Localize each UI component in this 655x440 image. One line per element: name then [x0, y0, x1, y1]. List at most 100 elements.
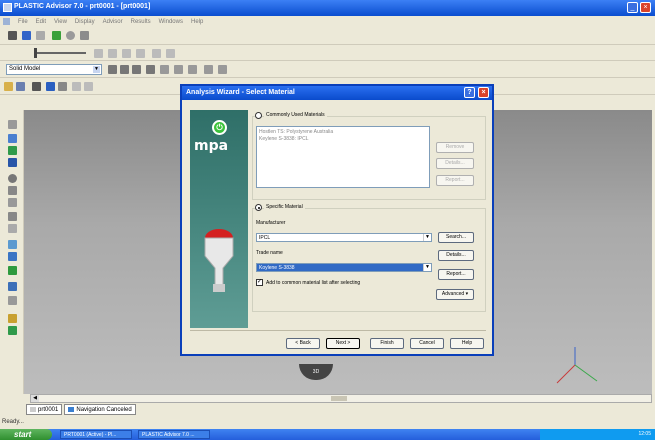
app-icon[interactable] [3, 3, 12, 12]
fit-icon[interactable] [204, 65, 213, 74]
menu-display[interactable]: Display [75, 19, 95, 25]
browser-icon [68, 407, 75, 412]
advanced-button[interactable]: Advanced ▾ [436, 289, 474, 300]
tab-navigation[interactable]: Navigation Canceled [64, 404, 136, 415]
chevron-down-icon[interactable]: ▼ [93, 66, 100, 73]
menu-file[interactable]: File [18, 19, 28, 25]
save-icon[interactable] [16, 82, 25, 91]
taskbar-item-explorer[interactable]: PRT0001 (Active) - Pl... [60, 430, 132, 439]
rewind-icon[interactable] [94, 49, 103, 58]
details-button[interactable]: Details... [438, 250, 474, 261]
document-icon[interactable] [3, 18, 10, 25]
edges-icon[interactable] [132, 65, 141, 74]
section-icon[interactable] [8, 212, 17, 221]
analyze-icon[interactable] [52, 31, 61, 40]
toolbar-animation [0, 45, 655, 61]
view-icon[interactable] [218, 65, 227, 74]
properties-icon[interactable] [46, 82, 55, 91]
grid-icon[interactable] [8, 224, 17, 233]
menu-edit[interactable]: Edit [36, 19, 46, 25]
animation-slider[interactable] [36, 52, 86, 54]
specific-material-radio[interactable] [255, 204, 262, 211]
next-button[interactable]: Next > [326, 338, 360, 349]
horizontal-scrollbar[interactable]: ◀ [30, 394, 652, 403]
tab-prt0001[interactable]: prt0001 [26, 404, 63, 415]
menu-bar: File Edit View Display Advisor Results W… [0, 16, 655, 27]
slider-thumb[interactable] [34, 48, 37, 58]
common-materials-radio[interactable] [255, 112, 262, 119]
summary-icon[interactable] [8, 326, 17, 335]
fast-forward-icon[interactable] [166, 49, 175, 58]
wireframe-icon[interactable] [120, 65, 129, 74]
pan-icon[interactable] [188, 65, 197, 74]
report-button[interactable]: Report... [438, 269, 474, 280]
menu-results[interactable]: Results [131, 19, 151, 25]
x-axis-line [556, 364, 576, 384]
pause-icon[interactable] [122, 49, 131, 58]
shade-icon[interactable] [108, 65, 117, 74]
print-icon[interactable] [32, 82, 41, 91]
wizard-side-graphic: ⏻ mpa [190, 110, 248, 328]
advanced-label: Advanced [441, 291, 465, 297]
result-icon[interactable] [66, 31, 75, 40]
mesh-icon[interactable] [36, 31, 45, 40]
display-mode-value: Solid Model [9, 66, 41, 72]
menu-help[interactable]: Help [191, 19, 203, 25]
pointer-icon[interactable] [8, 120, 17, 129]
search-button[interactable]: Search... [438, 232, 474, 243]
chevron-down-icon[interactable]: ▼ [423, 264, 431, 271]
cooling-icon[interactable] [8, 252, 17, 261]
play-icon[interactable] [108, 49, 117, 58]
scroll-thumb[interactable] [331, 396, 347, 401]
open-icon[interactable] [4, 82, 13, 91]
molding-window-icon[interactable] [8, 282, 17, 291]
common-report-button[interactable]: Report... [436, 175, 474, 186]
rotate-icon[interactable] [160, 65, 169, 74]
list-item[interactable]: Keylene S-3838: IPCL [259, 136, 427, 143]
rotate-view-icon[interactable] [8, 174, 17, 183]
zoom-icon[interactable] [174, 65, 183, 74]
scroll-left-icon[interactable]: ◀ [31, 395, 39, 402]
menu-advisor[interactable]: Advisor [103, 19, 123, 25]
loop-icon[interactable] [152, 49, 161, 58]
measure-icon[interactable] [8, 198, 17, 207]
remove-button[interactable]: Remove [436, 142, 474, 153]
gate-location-icon[interactable] [8, 146, 17, 155]
list-item[interactable]: Hostlen TS: Polystyrene Australia [259, 129, 427, 136]
display-mode-select[interactable]: Solid Model ▼ [6, 64, 102, 75]
back-button[interactable]: < Back [286, 338, 320, 349]
gate-icon[interactable] [22, 31, 31, 40]
stop-icon[interactable] [136, 49, 145, 58]
flow-icon[interactable] [8, 240, 17, 249]
results-icon[interactable] [8, 296, 17, 305]
help-question-button[interactable]: ? [464, 87, 475, 98]
cancel-button[interactable]: Cancel [410, 338, 444, 349]
report-icon[interactable] [80, 31, 89, 40]
common-materials-list[interactable]: Hostlen TS: Polystyrene Australia Keylen… [256, 126, 430, 188]
trade-name-select[interactable]: Koylene S-3838 ▼ [256, 263, 432, 272]
delete-icon[interactable] [58, 82, 67, 91]
help-button[interactable]: Help [450, 338, 484, 349]
refresh-icon[interactable] [8, 186, 17, 195]
hint-icon[interactable] [8, 314, 17, 323]
add-to-common-checkbox[interactable]: ✓ [256, 279, 263, 286]
redo-icon[interactable] [84, 82, 93, 91]
start-button[interactable]: start [0, 429, 52, 440]
select-icon[interactable] [8, 31, 17, 40]
material-icon[interactable] [8, 158, 17, 167]
minimize-button[interactable]: _ [627, 2, 638, 13]
transparent-icon[interactable] [146, 65, 155, 74]
common-details-button[interactable]: Details... [436, 158, 474, 169]
finish-button[interactable]: Finish [370, 338, 404, 349]
menu-windows[interactable]: Windows [159, 19, 183, 25]
dialog-close-button[interactable]: × [478, 87, 489, 98]
close-button[interactable]: × [640, 2, 651, 13]
manufacturer-select[interactable]: IPCL ▼ [256, 233, 432, 242]
part-icon[interactable] [8, 134, 17, 143]
undo-icon[interactable] [72, 82, 81, 91]
taskbar-item-plastic-advisor-label: PLASTIC Advisor 7.0 ... [142, 432, 195, 438]
taskbar-item-plastic-advisor[interactable]: PLASTIC Advisor 7.0 ... [138, 430, 210, 439]
chevron-down-icon[interactable]: ▼ [423, 234, 431, 241]
menu-view[interactable]: View [54, 19, 67, 25]
sink-icon[interactable] [8, 266, 17, 275]
